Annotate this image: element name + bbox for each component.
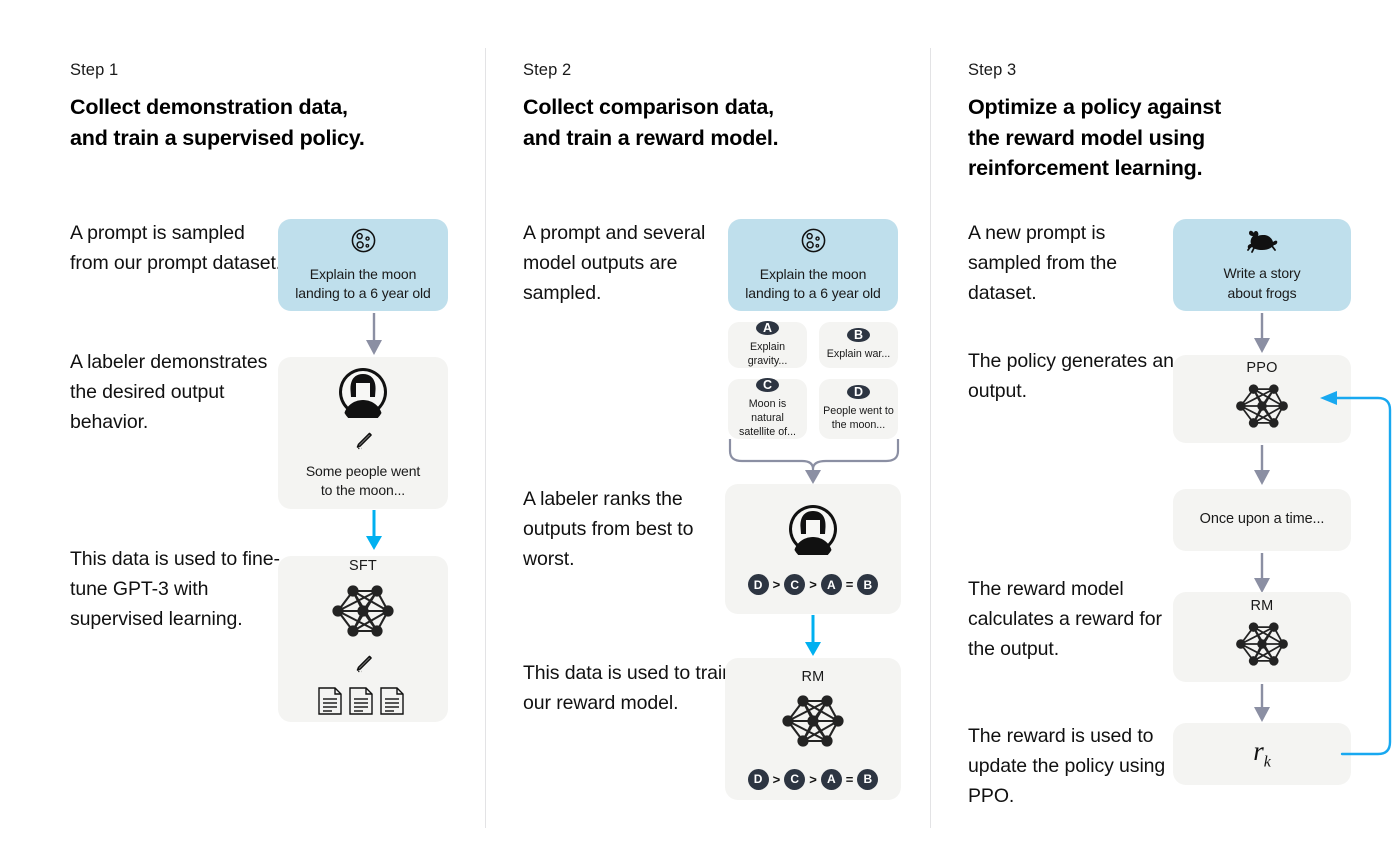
step-3-title-line2: the reward model using: [968, 125, 1205, 150]
rm-rank-op-2: >: [809, 771, 817, 787]
step-2-paragraph-3: This data is used to train our reward mo…: [523, 662, 733, 715]
neural-network-icon: [324, 578, 402, 649]
output-text-c: Moon is natural satellite of...: [738, 398, 797, 438]
frog-icon: [1245, 227, 1279, 258]
step-1-label: Step 1: [70, 61, 119, 79]
step-3-paragraph-4: The reward is used to update the policy …: [968, 725, 1166, 808]
step-2-label: Step 2: [523, 61, 572, 79]
step-3-ppo-caption: PPO: [1246, 359, 1278, 376]
moon-icon: [800, 227, 827, 259]
labeler-avatar-icon: [337, 366, 389, 425]
step-3-paragraph-1: A new prompt is sampled from the dataset…: [968, 222, 1118, 305]
step-1-column: Step 1 Collect demonstration data, and t…: [70, 0, 470, 842]
step-2-prompt-box: Explain the moon landing to a 6 year old: [728, 219, 898, 311]
output-badge-b: B: [847, 328, 870, 343]
output-text-d: People went to the moon...: [823, 405, 894, 432]
step-3-reward-model-box: RM: [1173, 592, 1351, 682]
step-3-arrow-2: [1244, 443, 1280, 494]
step-3-label: Step 3: [968, 61, 1017, 79]
step-2-title-line1: Collect comparison data,: [523, 95, 774, 119]
step-1-sft-caption: SFT: [349, 557, 377, 574]
step-1-labeler-line1: Some people went: [305, 462, 421, 479]
step-2-prompt-line2: landing to a 6 year old: [745, 285, 881, 301]
step-2-title: Collect comparison data, and train a rew…: [523, 92, 779, 153]
moon-icon: [350, 227, 377, 259]
step-2-title-line2: and train a reward model.: [523, 125, 779, 150]
step-3-output-box: Once upon a time...: [1173, 489, 1351, 551]
step-2-ranking-box: D > C > A = B: [725, 484, 901, 614]
step-1-paragraph-3: This data is used to fine-tune GPT-3 wit…: [70, 548, 280, 631]
reward-symbol-r: r: [1253, 736, 1264, 767]
rm-rank-badge-3: A: [820, 768, 842, 790]
rm-rank-op-1: >: [772, 771, 781, 787]
output-badge-c: C: [756, 378, 779, 393]
step-1-paragraph-1: A prompt is sampled from our prompt data…: [70, 222, 282, 275]
column-divider-1: [485, 48, 486, 828]
step-3-title-line1: Optimize a policy against: [968, 95, 1222, 119]
step-1-labeler-line2: to the moon...: [320, 482, 406, 498]
output-text-b: Explain war...: [826, 348, 891, 361]
rm-rank-badge-2: C: [784, 768, 806, 790]
step-1-sft-box: SFT: [278, 556, 448, 722]
step-3-paragraph-3: The reward model calculates a reward for…: [968, 578, 1162, 661]
step-1-arrow-2: [356, 509, 392, 559]
step-2-rm-ranking-row: D > C > A = B: [747, 768, 879, 790]
rm-rank-op-3: =: [845, 771, 854, 787]
step-2-output-card-b: B Explain war...: [819, 322, 898, 368]
step-3-prompt-box: Write a story about frogs: [1173, 219, 1351, 311]
step-2-output-card-c: C Moon is natural satellite of...: [728, 378, 807, 439]
rank-op-3: =: [845, 577, 854, 592]
step-3-title-line3: reinforcement learning.: [968, 156, 1203, 181]
step-1-labeler-box: Some people went to the moon...: [278, 357, 448, 509]
rm-rank-badge-1: D: [747, 768, 769, 790]
step-2-paragraph-1: A prompt and several model outputs are s…: [523, 222, 706, 305]
step-3-prompt-line2: about frogs: [1227, 284, 1297, 301]
rank-op-2: >: [809, 577, 817, 592]
neural-network-icon: [1229, 378, 1295, 439]
step-1-prompt-box: Explain the moon landing to a 6 year old: [278, 219, 448, 311]
step-2-ranking-row: D > C > A = B: [747, 574, 879, 595]
step-3-column: Step 3 Optimize a policy against the rew…: [968, 0, 1388, 842]
labeler-avatar-icon: [787, 503, 839, 562]
step-2-reward-model-box: RM D > C > A = B: [725, 658, 901, 800]
neural-network-icon: [774, 688, 852, 759]
output-text-a: Explain gravity...: [747, 341, 788, 367]
step-1-title: Collect demonstration data, and train a …: [70, 92, 365, 153]
step-2-prompt-line1: Explain the moon: [759, 265, 867, 282]
rank-badge-2: C: [784, 574, 806, 595]
output-badge-d: D: [847, 385, 870, 400]
step-2-converge-arrow: [726, 437, 902, 490]
rank-badge-1: D: [747, 574, 769, 595]
step-2-column: Step 2 Collect comparison data, and trai…: [523, 0, 923, 842]
step-1-prompt-line2: landing to a 6 year old: [295, 285, 431, 301]
step-1-paragraph-2: A labeler demonstrates the desired outpu…: [70, 351, 268, 434]
step-2-output-card-d: D People went to the moon...: [819, 379, 898, 439]
step-1-title-line2: and train a supervised policy.: [70, 125, 365, 150]
pencil-icon: [352, 430, 374, 457]
reward-symbol-k: k: [1263, 753, 1271, 771]
rank-badge-3: A: [820, 574, 842, 595]
step-1-title-line1: Collect demonstration data,: [70, 95, 348, 119]
step-1-prompt-line1: Explain the moon: [309, 265, 417, 282]
step-3-prompt-line1: Write a story: [1223, 265, 1301, 282]
column-divider-2: [930, 48, 931, 828]
step-3-output-text: Once upon a time...: [1199, 511, 1325, 528]
pencil-icon: [352, 653, 374, 680]
output-badge-a: A: [756, 321, 779, 336]
rlhf-diagram: Step 1 Collect demonstration data, and t…: [0, 0, 1400, 842]
step-3-paragraph-2: The policy generates an output.: [968, 350, 1174, 403]
step-3-title: Optimize a policy against the reward mod…: [968, 92, 1221, 184]
step-2-output-card-a: A Explain gravity...: [728, 321, 807, 368]
document-icon: [317, 686, 409, 721]
rank-op-1: >: [772, 577, 781, 592]
reward-symbol: rk: [1253, 736, 1271, 771]
neural-network-icon: [1229, 616, 1295, 677]
step-2-paragraph-2: A labeler ranks the outputs from best to…: [523, 488, 694, 571]
step-3-reward-box: rk: [1173, 723, 1351, 785]
step-3-feedback-loop-arrow: [1320, 384, 1400, 781]
step-2-rm-caption: RM: [801, 668, 825, 685]
step-3-rm-caption: RM: [1250, 597, 1274, 614]
rm-rank-badge-4: B: [857, 768, 879, 790]
rank-badge-4: B: [857, 574, 879, 595]
